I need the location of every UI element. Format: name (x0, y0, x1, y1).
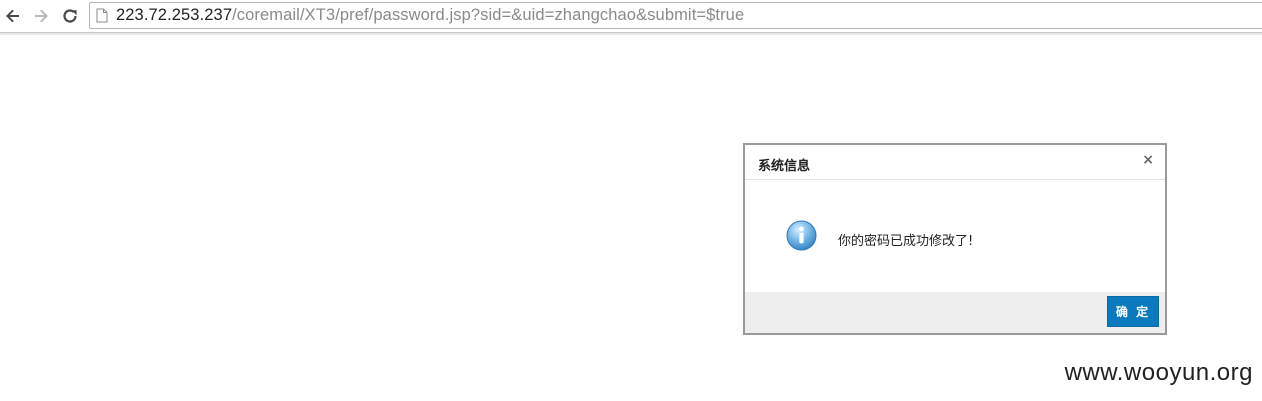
info-icon (786, 220, 817, 255)
page-icon (96, 8, 108, 23)
ok-button[interactable]: 确 定 (1107, 296, 1159, 327)
address-bar[interactable]: 223.72.253.237/coremail/XT3/pref/passwor… (89, 2, 1262, 29)
back-button[interactable] (2, 5, 24, 27)
browser-toolbar: 223.72.253.237/coremail/XT3/pref/passwor… (0, 0, 1262, 35)
close-icon[interactable]: × (1142, 152, 1154, 168)
url-host: 223.72.253.237 (116, 6, 233, 24)
dialog-title: 系统信息 (758, 159, 811, 174)
back-arrow-icon (6, 9, 19, 23)
dialog-message: 你的密码已成功修改了! (838, 234, 974, 249)
system-info-dialog: 系统信息 × 你的密码已成功修改了! 确 定 (743, 143, 1167, 335)
reload-button[interactable] (59, 5, 81, 27)
forward-arrow-icon (35, 9, 48, 23)
reload-icon (63, 9, 77, 23)
forward-button[interactable] (30, 5, 52, 27)
dialog-footer: 确 定 (745, 292, 1165, 333)
dialog-header: 系统信息 × (745, 145, 1165, 180)
url-text: 223.72.253.237/coremail/XT3/pref/passwor… (116, 6, 744, 25)
watermark-text: www.wooyun.org (1064, 359, 1253, 386)
url-path: /coremail/XT3/pref/password.jsp?sid=&uid… (232, 6, 745, 24)
